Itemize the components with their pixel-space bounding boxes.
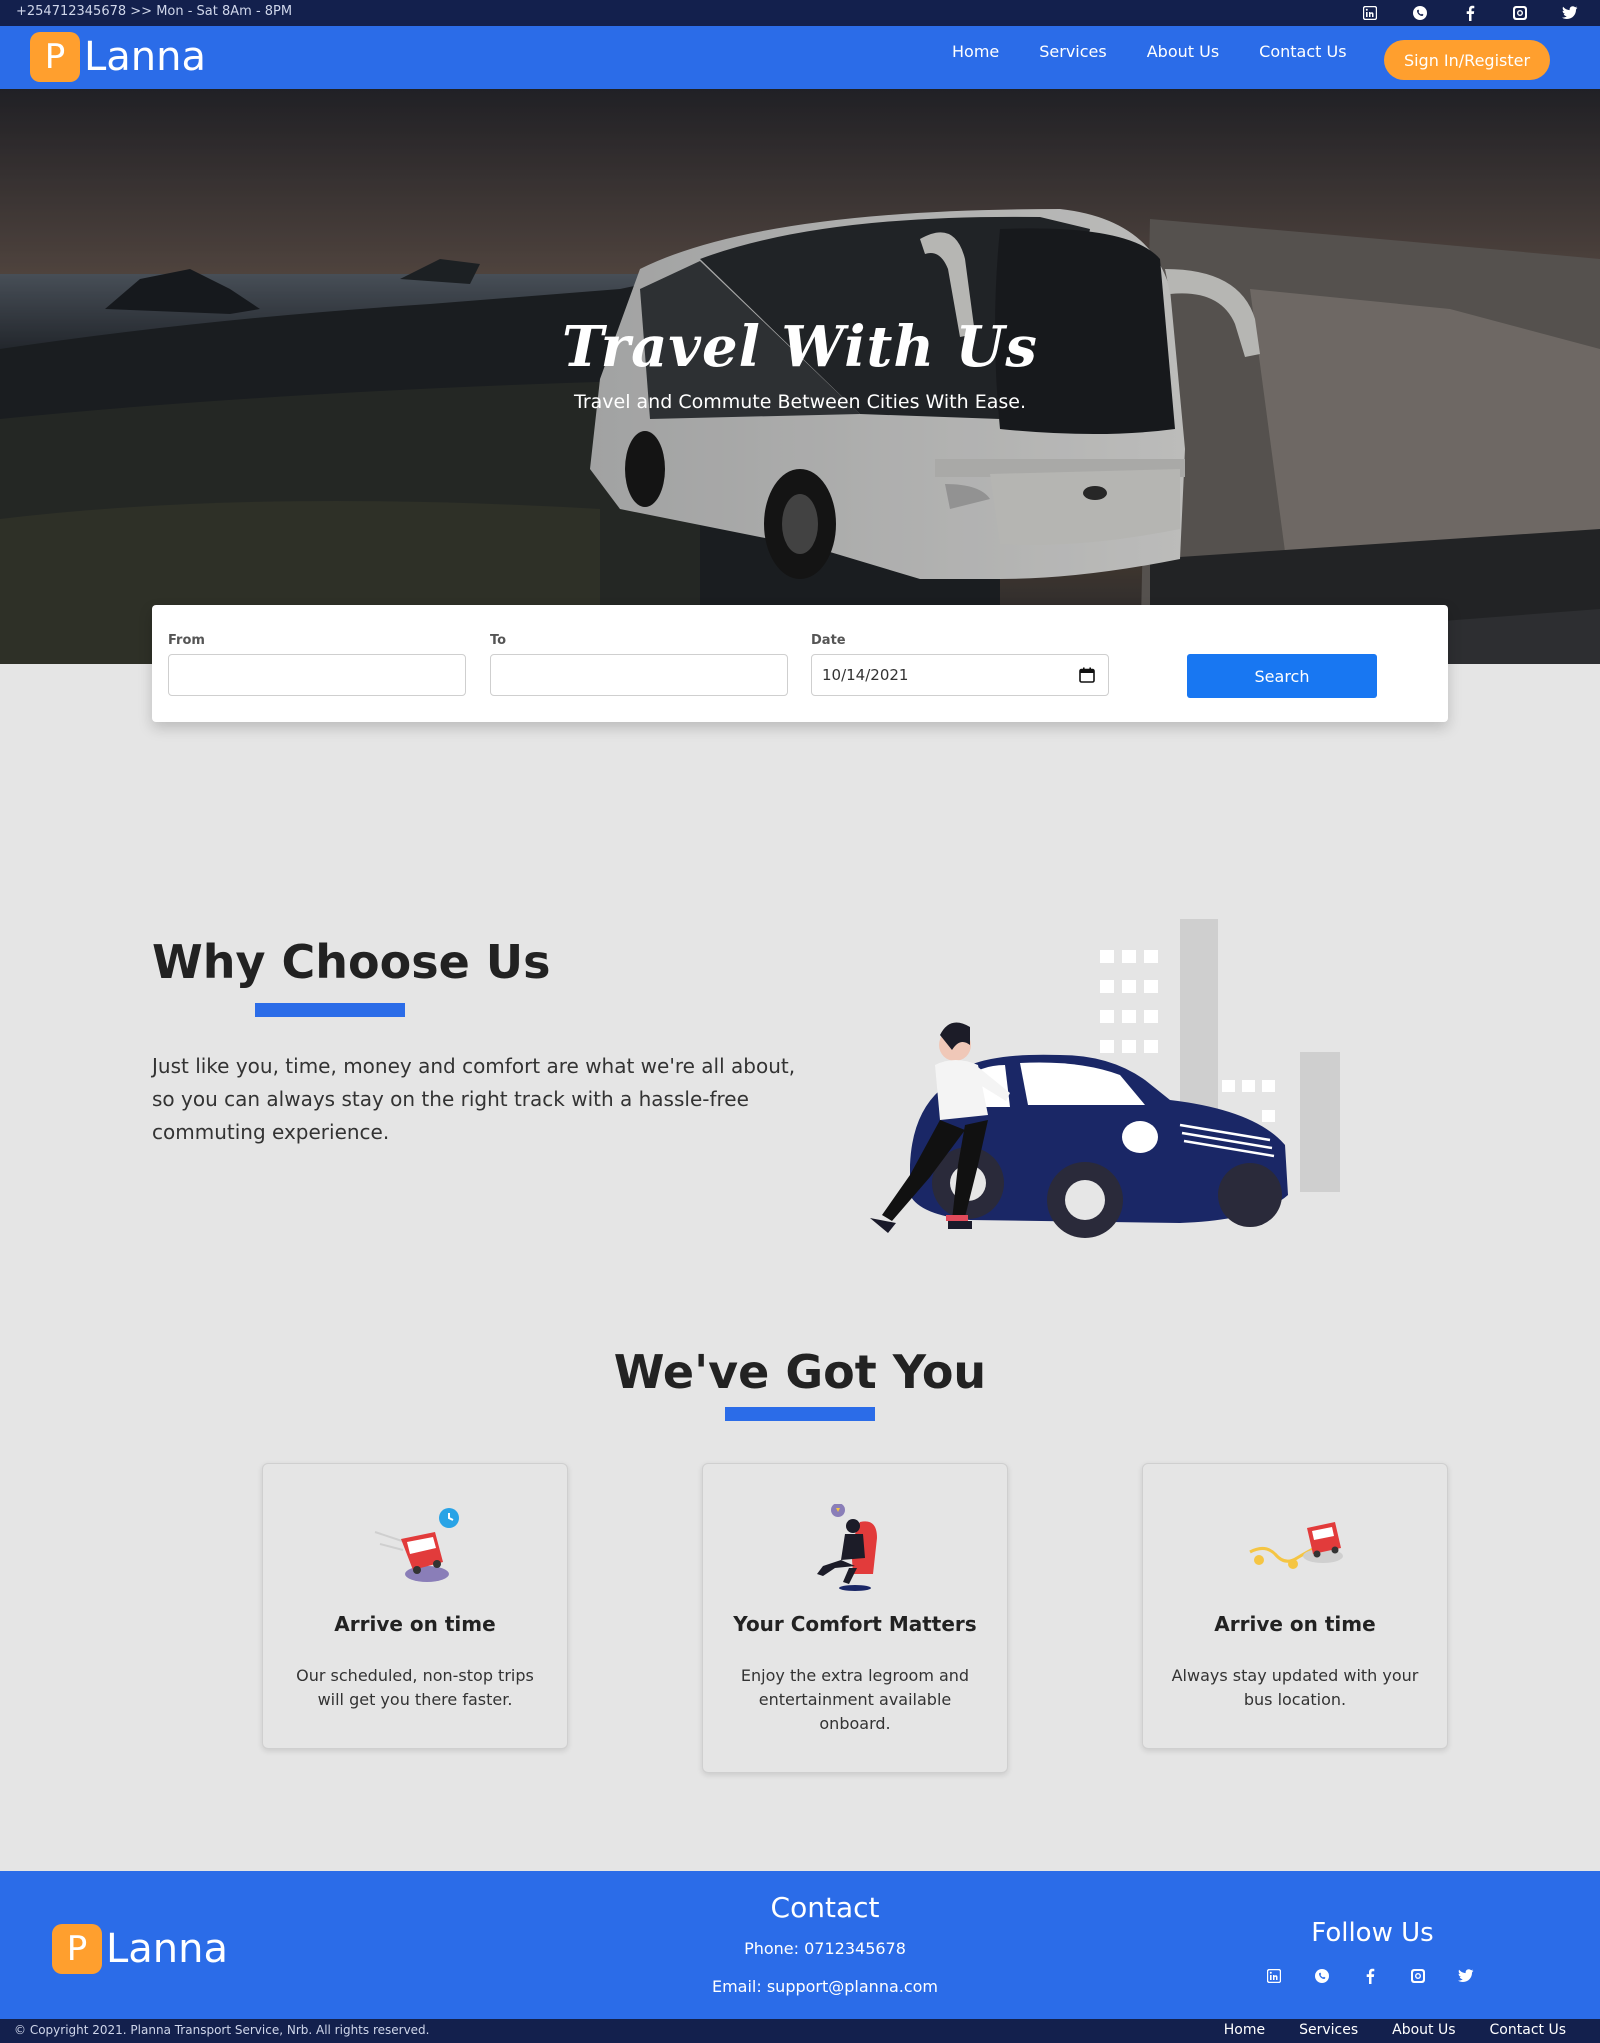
footer-social-icons (1264, 1966, 1476, 1986)
top-bar: +254712345678 >> Mon - Sat 8Am - 8PM (0, 0, 1600, 26)
feature-title: Your Comfort Matters (733, 1612, 977, 1636)
linkedin-icon[interactable] (1360, 3, 1380, 23)
nav-services[interactable]: Services (1039, 42, 1106, 61)
instagram-icon[interactable] (1510, 3, 1530, 23)
facebook-icon[interactable] (1360, 1966, 1380, 1986)
date-label: Date (811, 633, 846, 648)
twitter-icon[interactable] (1456, 1966, 1476, 1986)
comfort-seat-icon (817, 1503, 877, 1591)
to-field-group: To (490, 633, 788, 696)
hero-subtitle: Travel and Commute Between Cities With E… (574, 391, 1026, 413)
feature-card-comfort: Your Comfort Matters Enjoy the extra leg… (702, 1463, 1008, 1773)
from-field-group: From (168, 633, 466, 696)
footer-link-services[interactable]: Services (1299, 2022, 1358, 2038)
linkedin-icon[interactable] (1264, 1966, 1284, 1986)
footer-link-home[interactable]: Home (1224, 2022, 1265, 2038)
logo-mark: P (30, 32, 80, 82)
top-social-icons (1360, 3, 1580, 23)
why-choose-text: Just like you, time, money and comfort a… (152, 1054, 796, 1144)
got-title-underline (725, 1407, 875, 1421)
feature-text: Always stay updated with your bus locati… (1171, 1666, 1419, 1709)
from-label: From (168, 633, 205, 648)
main-navbar: P Lanna Home Services About Us Contact U… (0, 26, 1600, 89)
nav-links: Home Services About Us Contact Us (952, 42, 1387, 61)
feature-text: Enjoy the extra legroom and entertainmen… (740, 1666, 970, 1733)
bus-location-icon (1249, 1522, 1343, 1569)
signin-register-button[interactable]: Sign In/Register (1384, 40, 1550, 80)
whatsapp-icon[interactable] (1410, 3, 1430, 23)
calendar-icon[interactable] (1079, 667, 1095, 683)
feature-text: Our scheduled, non-stop trips will get y… (296, 1666, 534, 1709)
nav-home[interactable]: Home (952, 42, 999, 61)
bus-clock-icon (374, 1508, 459, 1582)
instagram-icon[interactable] (1408, 1966, 1428, 1986)
facebook-icon[interactable] (1460, 3, 1480, 23)
feature-title: Arrive on time (334, 1612, 496, 1636)
hero-banner: Travel With Us Travel and Commute Betwee… (0, 89, 1600, 664)
woman-with-car-illustration (870, 919, 1340, 1238)
footer-nav-links: Home Services About Us Contact Us (1224, 2022, 1566, 2038)
date-field-group: Date (811, 633, 1109, 696)
footer-link-contact[interactable]: Contact Us (1490, 2022, 1566, 2038)
bottom-bar: © Copyright 2021. Planna Transport Servi… (0, 2019, 1600, 2043)
nav-contact[interactable]: Contact Us (1259, 42, 1346, 61)
trip-search-form: From To Date Search (152, 605, 1448, 722)
date-input[interactable] (811, 654, 1109, 696)
from-input[interactable] (168, 654, 466, 696)
weve-got-you-title: We've Got You (613, 1345, 987, 1399)
why-choose-title: Why Choose Us (152, 935, 551, 989)
nav-about[interactable]: About Us (1147, 42, 1219, 61)
to-input[interactable] (490, 654, 788, 696)
copyright-text: © Copyright 2021. Planna Transport Servi… (14, 2023, 430, 2037)
logo-text: Lanna (84, 34, 207, 80)
footer-link-about[interactable]: About Us (1392, 2022, 1455, 2038)
brand-logo[interactable]: P Lanna (30, 32, 206, 82)
to-label: To (490, 633, 507, 648)
hero-title: Travel With Us (562, 314, 1038, 380)
footer: P Lanna Contact Phone: 0712345678 Email:… (0, 1871, 1600, 2019)
feature-title: Arrive on time (1214, 1612, 1376, 1636)
search-button[interactable]: Search (1187, 654, 1377, 698)
contact-info: +254712345678 >> Mon - Sat 8Am - 8PM (16, 4, 293, 19)
feature-card-arrive-on-time: Arrive on time Our scheduled, non-stop t… (262, 1463, 568, 1749)
why-title-underline (255, 1003, 405, 1017)
whatsapp-icon[interactable] (1312, 1966, 1332, 1986)
twitter-icon[interactable] (1560, 3, 1580, 23)
footer-follow-title: Follow Us (1311, 1918, 1434, 1948)
feature-card-bus-location: Arrive on time Always stay updated with … (1142, 1463, 1448, 1749)
